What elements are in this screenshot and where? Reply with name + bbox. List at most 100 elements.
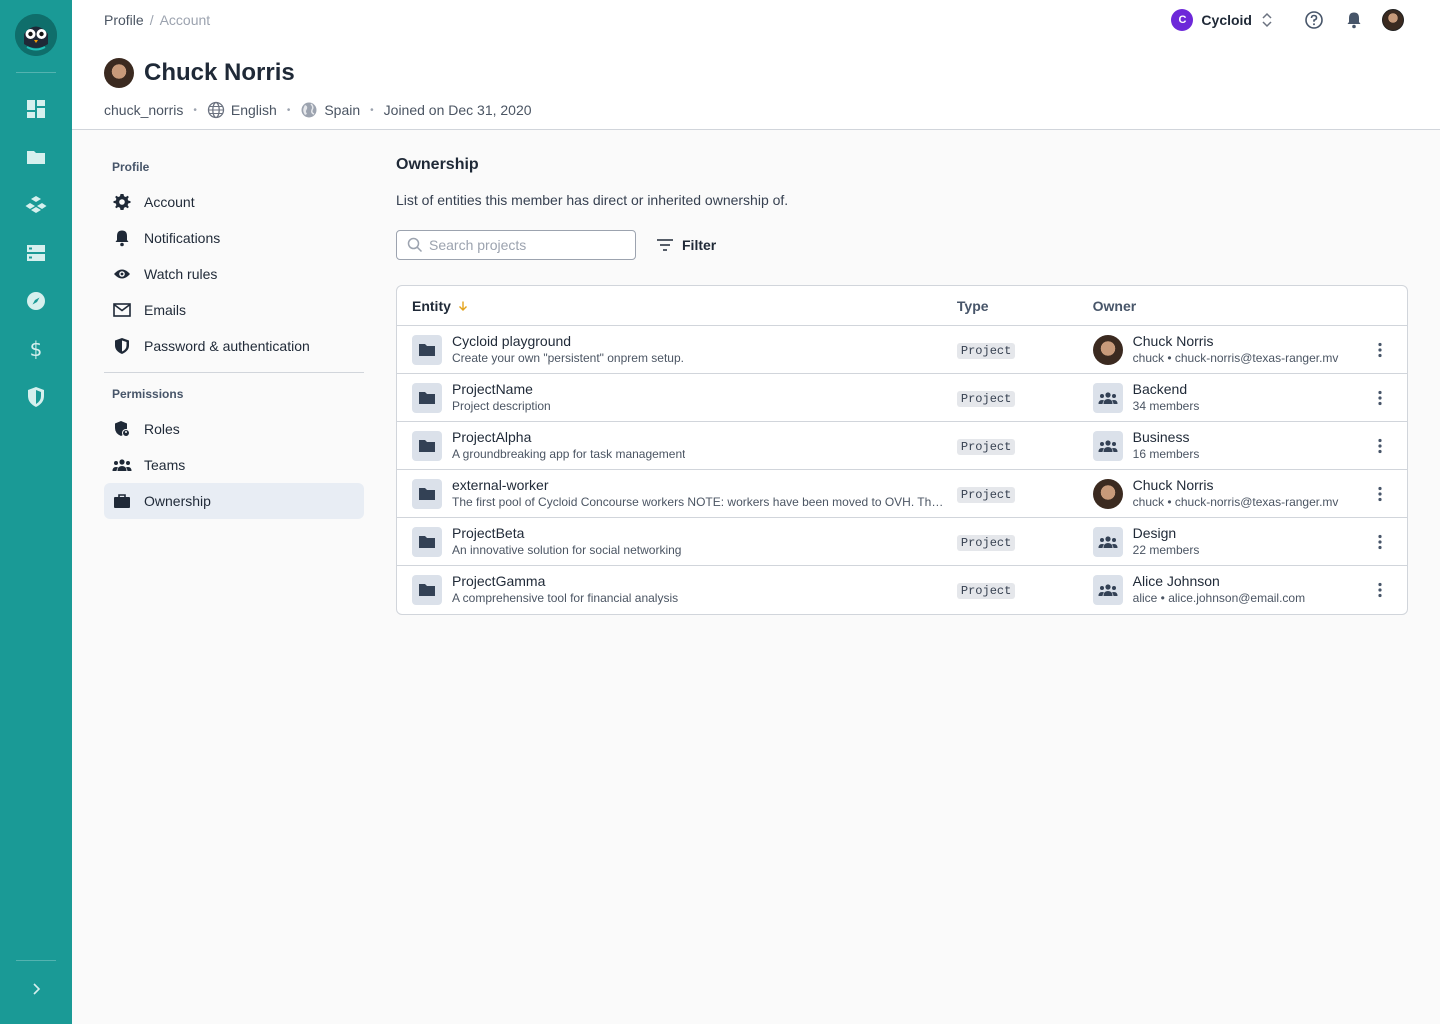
eye-icon <box>112 264 132 284</box>
teams-icon <box>1098 584 1118 596</box>
compass-icon[interactable] <box>24 289 48 313</box>
type-cell: Project <box>956 341 1093 359</box>
entity-name[interactable]: ProjectGamma <box>452 573 678 590</box>
owner-cell: Alice Johnson alice • alice.johnson@email… <box>1092 573 1352 607</box>
owner[interactable]: Design 22 members <box>1092 524 1352 559</box>
entity-cell: Cycloid playground Create your own "persi… <box>397 333 957 367</box>
owner-text: Chuck Norris chuck • chuck-norris@texas-r… <box>1133 333 1339 367</box>
owner[interactable]: Alice Johnson alice • alice.johnson@email… <box>1092 573 1352 607</box>
owner-name: Chuck Norris <box>1132 476 1214 493</box>
owner-name: Chuck Norris <box>1132 332 1214 349</box>
actions-cell <box>1352 578 1407 602</box>
table-row[interactable]: ProjectBeta An innovative solution for so… <box>397 518 1407 566</box>
shield-icon[interactable] <box>24 385 48 409</box>
table-row[interactable]: ProjectName Project description Project Bac… <box>397 374 1407 422</box>
entity-description: A comprehensive tool for financial analy… <box>452 591 679 605</box>
infrastructure-icon[interactable] <box>24 241 48 265</box>
sort-arrow-down-icon <box>458 301 467 311</box>
entity-description: A groundbreaking app for task management <box>452 446 686 461</box>
components-icon[interactable] <box>24 193 48 217</box>
teams-icon <box>1098 391 1118 404</box>
table-row[interactable]: ProjectGamma A comprehensive tool for fin… <box>397 566 1407 614</box>
column-entity[interactable]: Entity <box>397 298 957 314</box>
entity-name[interactable]: Cycloid playground <box>452 333 684 350</box>
sidenav-divider <box>104 372 364 373</box>
entity-text: ProjectAlpha A groundbreaking app for tas… <box>452 429 685 463</box>
sidenav-item-account[interactable]: Account <box>104 184 364 220</box>
owner-cell: Design 22 members <box>1092 524 1352 559</box>
owner[interactable]: Business 16 members <box>1092 429 1352 463</box>
search-input[interactable] <box>429 237 619 253</box>
filter-button[interactable]: Filter <box>656 237 716 253</box>
actions-cell <box>1352 338 1407 362</box>
entity-name[interactable]: ProjectName <box>452 381 551 398</box>
org-name: Cycloid <box>1201 12 1252 28</box>
dashboard-icon[interactable] <box>24 97 48 121</box>
row-menu-button[interactable] <box>1368 530 1392 554</box>
profile-language: English <box>207 101 277 119</box>
sidenav-item-label: Teams <box>144 457 186 473</box>
sidenav-item-emails[interactable]: Emails <box>104 292 364 328</box>
folder-icon <box>419 391 435 404</box>
entity-cell: external-worker The first pool of Cycloid… <box>397 477 957 511</box>
column-type[interactable]: Type <box>957 298 1093 314</box>
sidenav-item-label: Watch rules <box>144 266 218 282</box>
owner-details: chuck • chuck-norris@texas-ranger.mv <box>1132 494 1339 509</box>
owl-logo-icon[interactable] <box>15 14 57 56</box>
column-entity-label: Entity <box>412 297 451 314</box>
owner[interactable]: Backend 34 members <box>1092 381 1352 415</box>
project-icon <box>412 526 442 557</box>
sidenav-item-watch-rules[interactable]: Watch rules <box>104 256 364 292</box>
bell-icon[interactable] <box>1342 8 1366 32</box>
owner-team-avatar <box>1092 575 1123 605</box>
owner[interactable]: Chuck Norris chuck • chuck-norris@texas-r… <box>1092 333 1352 367</box>
owner-cell: Backend 34 members <box>1092 381 1352 415</box>
search-box <box>396 230 636 260</box>
sidenav-item-roles[interactable]: Roles <box>104 411 364 447</box>
sidenav-item-notifications[interactable]: Notifications <box>104 220 364 256</box>
profile-avatar <box>104 58 134 88</box>
settings-sidenav: Profile Account Notifications Watch rule… <box>104 150 364 519</box>
ownership-panel: Ownership List of entities this member h… <box>396 150 1408 615</box>
table-row[interactable]: ProjectAlpha A groundbreaking app for tas… <box>397 422 1407 470</box>
type-cell: Project <box>956 581 1093 599</box>
owner-name: Alice Johnson <box>1132 573 1220 589</box>
owner-name: Design <box>1132 524 1177 541</box>
type-tag: Project <box>956 534 1016 551</box>
table-row[interactable]: external-worker The first pool of Cycloid… <box>397 470 1407 518</box>
profile-username: chuck_norris <box>104 102 184 118</box>
entity-name[interactable]: external-worker <box>452 477 944 494</box>
shield-icon <box>112 336 132 356</box>
owner-name: Backend <box>1132 380 1188 397</box>
owner-text: Backend 34 members <box>1133 381 1200 415</box>
section-title: Ownership <box>396 156 479 173</box>
folder-icon <box>419 487 435 500</box>
entity-name[interactable]: ProjectBeta <box>452 525 681 542</box>
breadcrumb-profile-link[interactable]: Profile <box>104 12 144 28</box>
row-menu-button[interactable] <box>1368 338 1392 362</box>
row-menu-button[interactable] <box>1368 434 1392 458</box>
sidenav-item-ownership[interactable]: Ownership <box>104 483 364 519</box>
column-owner[interactable]: Owner <box>1093 298 1352 314</box>
sidenav-item-teams[interactable]: Teams <box>104 447 364 483</box>
table-row[interactable]: Cycloid playground Create your own "persi… <box>397 326 1407 374</box>
org-switcher[interactable]: C Cycloid <box>1171 9 1274 31</box>
folder-icon <box>419 535 435 548</box>
row-menu-button[interactable] <box>1368 386 1392 410</box>
help-icon[interactable] <box>1302 8 1326 32</box>
row-menu-button[interactable] <box>1368 578 1392 602</box>
type-cell: Project <box>956 485 1093 503</box>
user-avatar[interactable] <box>1382 9 1404 31</box>
header-actions: C Cycloid <box>1171 8 1404 32</box>
entity-name[interactable]: ProjectAlpha <box>452 429 685 446</box>
expand-rail-button[interactable] <box>16 960 56 1016</box>
sidenav-item-password-authentication[interactable]: Password & authentication <box>104 328 364 364</box>
profile-heading: Chuck Norris <box>104 58 295 88</box>
sidenav-item-label: Ownership <box>144 493 211 509</box>
owner-details: 34 members <box>1132 398 1200 413</box>
owner-details: 16 members <box>1132 446 1200 461</box>
folder-icon[interactable] <box>24 145 48 169</box>
owner[interactable]: Chuck Norris chuck • chuck-norris@texas-r… <box>1092 476 1352 511</box>
dollar-icon[interactable]: $ <box>24 337 48 361</box>
row-menu-button[interactable] <box>1368 482 1392 506</box>
